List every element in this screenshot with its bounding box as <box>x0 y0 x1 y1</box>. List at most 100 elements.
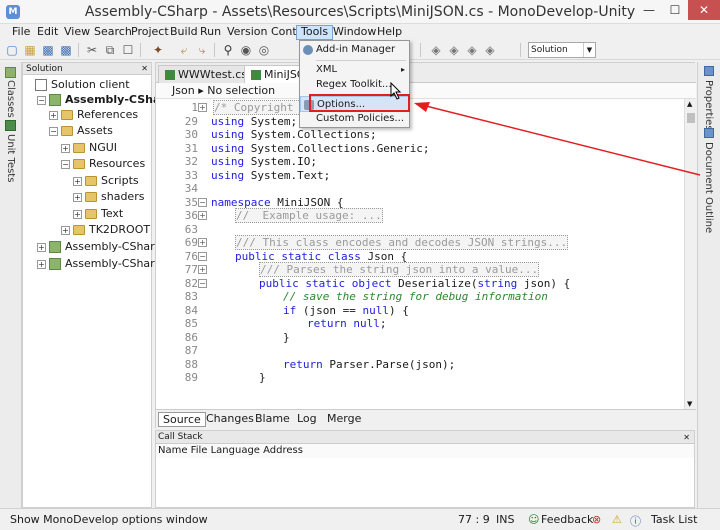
expand-icon[interactable]: + <box>73 210 82 219</box>
code-text: } <box>259 371 266 384</box>
folder-icon <box>85 176 97 186</box>
tab-blame[interactable]: Blame <box>251 412 294 427</box>
find-in-files-icon[interactable]: ◉ <box>238 42 254 58</box>
expand-fold-icon[interactable]: + <box>198 211 207 220</box>
code-text: Deserialize( <box>391 276 478 290</box>
line-number: 34 <box>184 182 198 195</box>
solution-combo[interactable]: Solution ▼ <box>528 42 596 58</box>
folder-icon <box>73 143 85 153</box>
tree-item-references[interactable]: References <box>61 107 138 123</box>
maximize-button[interactable]: ☐ <box>662 0 688 20</box>
collapse-fold-icon[interactable]: − <box>198 198 207 207</box>
feedback-button[interactable]: Feedback <box>541 513 593 526</box>
expand-fold-icon[interactable]: + <box>198 103 207 112</box>
menu-edit[interactable]: Edit <box>33 25 62 40</box>
new-file-icon[interactable]: ▢ <box>4 42 20 58</box>
prev-bookmark-icon[interactable]: ◈ <box>446 42 462 58</box>
save-icon[interactable]: ▩ <box>40 42 56 58</box>
close-icon[interactable]: ✕ <box>141 63 148 75</box>
expand-icon[interactable]: + <box>37 243 46 252</box>
breadcrumb-class[interactable]: Json <box>172 84 195 97</box>
keyword: null <box>353 317 380 330</box>
expand-icon[interactable]: + <box>49 111 58 120</box>
tab-merge[interactable]: Merge <box>323 412 365 427</box>
expand-icon[interactable]: + <box>61 226 70 235</box>
call-stack-columns: Name File Language Address <box>156 444 694 458</box>
folder-icon <box>85 192 97 202</box>
paste-icon[interactable]: ☐ <box>120 42 136 58</box>
classes-icon <box>5 67 16 78</box>
expand-fold-icon[interactable]: + <box>198 238 207 247</box>
menu-item-addin-manager[interactable]: Add-in Manager <box>300 42 409 58</box>
scroll-down-icon[interactable]: ▼ <box>687 400 692 408</box>
tree-item-resources[interactable]: Resources <box>73 156 145 172</box>
close-icon[interactable]: ✕ <box>683 431 690 444</box>
tree-item-text[interactable]: Text <box>85 206 123 222</box>
close-window-button[interactable]: ✕ <box>688 0 720 20</box>
cut-icon[interactable]: ✂ <box>84 42 100 58</box>
cursor-position: 77 : 9 <box>458 513 490 526</box>
menu-tools[interactable]: Tools <box>296 25 334 40</box>
tree-item-ngui[interactable]: NGUI <box>73 140 117 156</box>
solution-icon <box>35 79 47 91</box>
collapse-icon[interactable]: − <box>49 127 58 136</box>
menu-file[interactable]: File <box>8 25 34 40</box>
replace-icon[interactable]: ◎ <box>256 42 272 58</box>
redo-icon[interactable]: ⤷ <box>194 42 210 58</box>
collapse-icon[interactable]: − <box>61 160 70 169</box>
menu-item-xml[interactable]: XML ▸ <box>300 62 409 78</box>
expand-icon[interactable]: + <box>73 177 82 186</box>
next-bookmark-icon[interactable]: ◈ <box>464 42 480 58</box>
classes-tab[interactable]: Classes <box>5 80 16 118</box>
line-number: 86 <box>184 330 198 344</box>
menu-help[interactable]: Help <box>373 25 406 40</box>
expand-icon[interactable]: + <box>37 260 46 269</box>
error-icon[interactable]: ⊗ <box>592 513 601 526</box>
minimize-button[interactable]: — <box>636 0 662 20</box>
menu-item-label: XML <box>316 64 338 75</box>
tab-log[interactable]: Log <box>293 412 321 427</box>
collapse-fold-icon[interactable]: − <box>198 279 207 288</box>
warning-icon[interactable]: ⚠ <box>612 513 622 526</box>
tree-item-shaders[interactable]: shaders <box>85 189 144 205</box>
expand-icon[interactable]: + <box>73 193 82 202</box>
find-icon[interactable]: ⚲ <box>220 42 236 58</box>
solution-combo-value: Solution <box>531 45 568 55</box>
tree-item-assets[interactable]: Assets <box>61 123 113 139</box>
menu-view[interactable]: View <box>60 25 94 40</box>
code-line: /// This class encodes and decodes JSON … <box>235 235 569 250</box>
menu-item-custom-policies[interactable]: Custom Policies... <box>300 111 409 127</box>
code-text: System.Text; <box>244 168 331 182</box>
line-number: 36 <box>184 209 198 222</box>
undo-icon[interactable]: ⤶ <box>176 42 192 58</box>
unit-tests-tab[interactable]: Unit Tests <box>5 134 16 182</box>
tree-item-tk2droot[interactable]: TK2DROOT <box>73 222 150 238</box>
collapse-fold-icon[interactable]: − <box>198 252 207 261</box>
tree-item-solution-client[interactable]: Solution client <box>35 77 130 93</box>
tab-source[interactable]: Source <box>158 412 206 427</box>
tree-item-scripts[interactable]: Scripts <box>85 173 139 189</box>
toolbar-separator <box>214 43 215 57</box>
chevron-down-icon: ▼ <box>583 43 595 57</box>
menu-run[interactable]: Run <box>196 25 225 40</box>
tree-item-label: Resources <box>89 157 146 170</box>
clear-bookmarks-icon[interactable]: ◈ <box>482 42 498 58</box>
folded-comment[interactable]: /// Parses the string json into a value.… <box>259 262 540 277</box>
debug-icon[interactable]: ✦ <box>150 42 166 58</box>
tab-changes[interactable]: Changes <box>202 412 258 427</box>
expand-fold-icon[interactable]: + <box>198 265 207 274</box>
copy-icon[interactable]: ⧉ <box>102 42 118 58</box>
open-folder-icon[interactable]: ▦ <box>22 42 38 58</box>
task-list-button[interactable]: Task List <box>651 513 697 526</box>
folded-comment[interactable]: // Example usage: ... <box>235 208 383 223</box>
info-icon[interactable]: ⓘ <box>630 513 641 529</box>
expand-icon[interactable]: + <box>61 144 70 153</box>
breadcrumb-member[interactable]: No selection <box>207 84 275 97</box>
line-number: 69 <box>184 236 198 249</box>
bookmark-icon[interactable]: ◈ <box>428 42 444 58</box>
keyword: return <box>307 317 347 330</box>
solution-pad-title: Solution <box>26 64 63 74</box>
collapse-icon[interactable]: − <box>37 96 46 105</box>
save-all-icon[interactable]: ▩ <box>58 42 74 58</box>
folded-comment[interactable]: /// This class encodes and decodes JSON … <box>235 235 569 250</box>
